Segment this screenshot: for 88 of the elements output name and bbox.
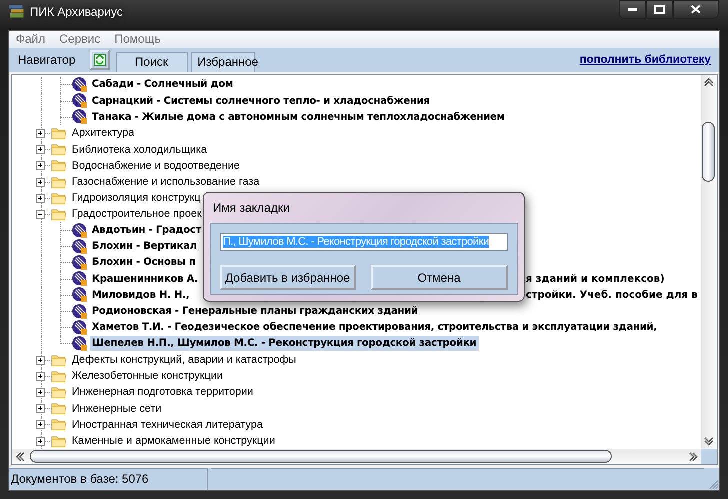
close-button[interactable] [673,0,719,19]
folder-icon [51,402,67,416]
scroll-thumb[interactable] [30,450,612,464]
expand-icon[interactable] [36,420,45,430]
menu-item[interactable]: Файл [9,32,53,46]
folder-icon [51,386,67,399]
window-title: ПИК Архивариус [30,5,123,19]
menu-item[interactable]: Сервис [52,32,108,46]
document-item-text: я зданий и комплексов) [526,274,665,285]
document-item[interactable]: Крашенинников А. [90,272,200,287]
document-icon [72,109,88,126]
document-item[interactable]: Миловидов Н. Н., [90,288,192,303]
maximize-button[interactable] [646,0,673,19]
folder-icon [51,126,67,140]
expand-icon[interactable] [36,372,45,381]
document-icon [72,304,88,320]
expand-icon[interactable] [36,356,45,365]
document-item[interactable]: Блохин - Вертикал [90,239,200,254]
folder-item[interactable]: Каменные и армокаменные конструкции [72,435,276,448]
collapse-icon[interactable] [36,210,45,219]
folder-item[interactable]: Железобетонные конструкции [72,370,224,382]
folder-item[interactable]: Гидроизоляция конструкц [72,192,201,204]
add-favorite-button[interactable]: Добавить в избранное [220,265,356,290]
document-icon [72,238,88,255]
folder-item[interactable]: Архитектура [72,127,135,140]
minimize-icon [628,8,637,11]
expand-icon[interactable] [36,178,45,187]
document-item[interactable]: Танака - Жилые дома с автономным солнечным теплохладоснабжением [90,110,507,125]
document-item-text: стройки. Учеб. пособие для в [526,290,698,301]
folder-icon [51,176,67,189]
document-icon [72,336,88,352]
folder-icon [51,370,67,383]
document-icon [72,93,88,110]
expand-icon[interactable] [36,194,45,203]
folder-item[interactable]: Иностранная техническая литература [72,418,263,431]
scroll-up-icon[interactable] [704,78,714,87]
resize-grip-icon[interactable] [707,478,719,490]
document-item[interactable]: Сабади - Солнечный дом [90,77,236,92]
folder-icon [51,159,67,172]
document-item[interactable]: Сарнацкий - Системы солнечного тепло- и хладоснабжения [90,94,432,109]
folder-item[interactable]: Дефекты конструкций, аварии и катастрофы [72,354,296,366]
expand-icon[interactable] [36,161,45,170]
expand-icon[interactable] [36,128,45,138]
minimize-button[interactable] [619,0,646,19]
document-item[interactable]: Блохин - Основы п [90,255,198,270]
document-icon [72,320,88,336]
document-icon [72,222,88,239]
expand-icon[interactable] [36,145,45,154]
document-item[interactable]: Хаметов Т.И. - Геодезическое обеспечение проектирования, строительства и эксплуатации зданий, [90,320,660,336]
document-item[interactable]: Родионовская - Генеральные планы гражданских зданий [90,304,420,320]
refresh-icon [94,54,106,66]
scroll-down-icon[interactable] [704,437,714,446]
folder-icon [51,192,67,205]
add-library-link[interactable]: пополнить библиотеку [580,54,711,66]
dialog-title: Имя закладки [213,201,290,215]
books-icon [8,4,26,20]
scrollbar-corner [701,449,717,464]
document-icon [72,271,88,288]
folder-item[interactable]: Библиотека холодильщика [72,144,208,156]
tab[interactable]: Поиск [116,52,188,72]
folder-icon [51,354,67,367]
menu-item[interactable]: Помощь [108,32,168,46]
folder-item[interactable]: Водоснабжение и водоотведение [72,160,240,172]
expand-icon[interactable] [36,404,45,414]
folder-item[interactable]: Газоснабжение и использование газа [72,176,260,188]
folder-icon [51,418,67,432]
expand-icon[interactable] [36,388,45,397]
folder-item[interactable]: Инженерная подготовка территории [72,386,254,398]
scroll-right-icon[interactable] [689,452,698,462]
close-icon [691,5,701,14]
maximize-icon [654,5,665,14]
document-icon [72,287,88,304]
document-item[interactable]: Авдотьин - Градост [90,223,204,238]
folder-item[interactable]: Инженерные сети [72,402,162,415]
scroll-left-icon[interactable] [16,452,25,462]
document-icon [72,254,88,271]
expand-icon[interactable] [36,436,45,446]
folder-icon [51,143,67,156]
vertical-scrollbar[interactable] [701,74,717,450]
cancel-button[interactable]: Отмена [370,265,508,290]
document-item[interactable]: Шепелев Н.П., Шумилов М.С. - Реконструкция городской застройки [90,336,479,352]
folder-icon [51,208,67,221]
folder-icon [51,434,67,448]
refresh-button[interactable] [90,50,110,70]
folder-item[interactable]: Градостроительное проек [72,208,202,220]
status-text: Документов в базе: 5076 [9,468,208,490]
scroll-thumb[interactable] [702,122,715,182]
horizontal-scrollbar[interactable] [12,449,701,464]
